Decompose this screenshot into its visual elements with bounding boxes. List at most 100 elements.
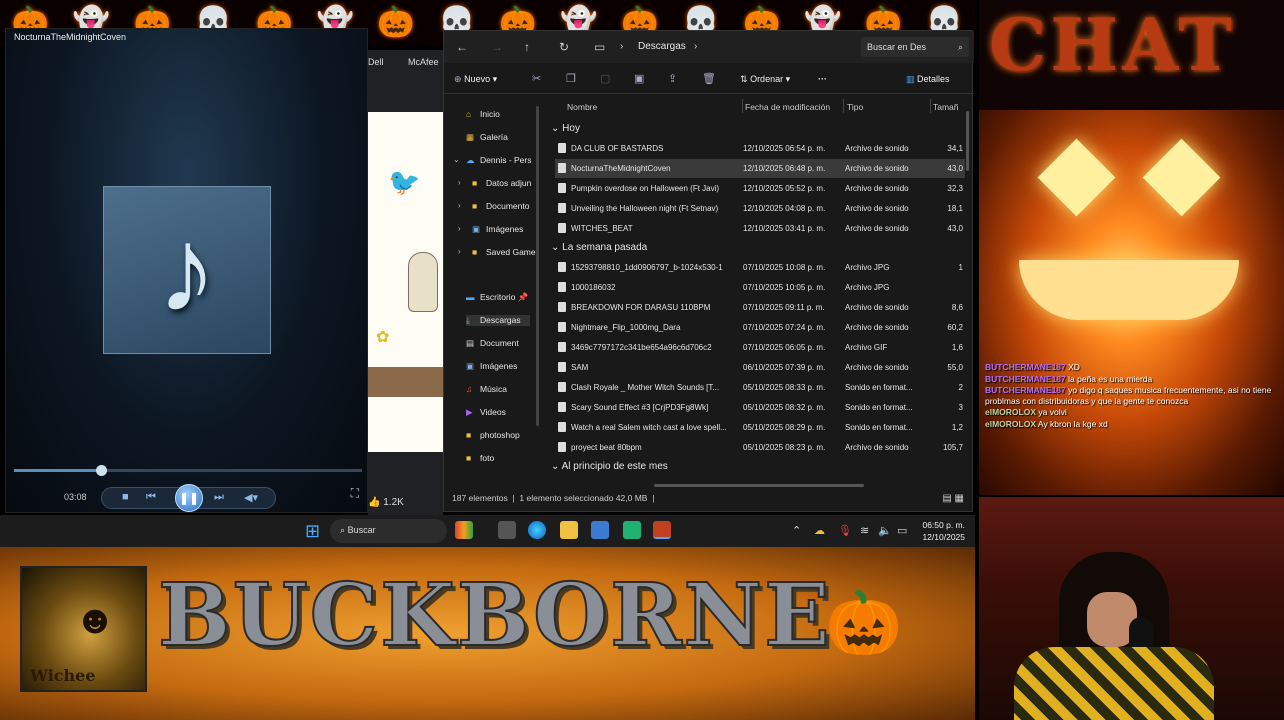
- file-row[interactable]: 15293798810_1dd0906797_b-1024x530-1 07/10…: [555, 258, 965, 277]
- store-icon[interactable]: [591, 521, 609, 539]
- more-options-button[interactable]: ···: [818, 74, 827, 84]
- seek-bar[interactable]: [14, 465, 362, 476]
- cloud-status-icon[interactable]: ☁: [814, 524, 825, 537]
- bookmark-mcafee[interactable]: McAfee: [408, 57, 439, 67]
- file-row[interactable]: WITCHES_BEAT 12/10/2025 03:41 p. m. Archiv…: [555, 219, 965, 238]
- chat-username[interactable]: elMOROLOX: [985, 407, 1036, 417]
- share-icon[interactable]: ⇪: [668, 72, 677, 85]
- group-header-mes[interactable]: ⌄ Al principio de este mes: [551, 461, 668, 472]
- taskbar-search[interactable]: ⌕ Buscar: [330, 519, 447, 543]
- view-toggle[interactable]: ▤ ▦: [942, 493, 964, 504]
- nav-item-photoshop[interactable]: ■ photoshop: [466, 430, 520, 440]
- chevron-right-icon[interactable]: ›: [458, 224, 461, 233]
- delete-icon[interactable]: 🗑: [702, 72, 716, 85]
- previous-icon[interactable]: ⏮: [146, 491, 156, 504]
- sort-button[interactable]: ⇅ Ordenar ▾: [740, 74, 790, 85]
- file-row[interactable]: SAM 06/10/2025 07:39 p. m. Archivo de soni…: [555, 358, 965, 377]
- forward-icon[interactable]: →: [491, 40, 503, 54]
- back-icon[interactable]: ←: [456, 40, 468, 54]
- up-icon[interactable]: ↑: [524, 40, 530, 54]
- chevron-right-icon[interactable]: ›: [458, 247, 461, 256]
- group-header-hoy[interactable]: ⌄ Hoy: [551, 123, 580, 134]
- details-view-icon[interactable]: ▤: [942, 493, 951, 504]
- file-row[interactable]: Clash Royale _ Mother Witch Sounds [T...…: [555, 378, 965, 397]
- chevron-down-icon[interactable]: ⌄: [453, 155, 460, 164]
- column-divider[interactable]: [742, 99, 743, 113]
- chevron-up-icon[interactable]: ⌃: [792, 524, 801, 537]
- system-clock[interactable]: 06:50 p. m. 12/10/2025: [915, 519, 965, 543]
- seek-thumb[interactable]: [96, 465, 107, 476]
- copy-icon[interactable]: ❐: [566, 72, 576, 85]
- bookmark-dell[interactable]: Dell: [368, 57, 384, 67]
- horizontal-scrollbar[interactable]: [654, 484, 864, 487]
- wifi-icon[interactable]: ≋: [860, 524, 869, 537]
- chat-username[interactable]: BUTCHERMANE187: [985, 362, 1066, 372]
- paste-icon[interactable]: ▢: [600, 72, 610, 85]
- nav-item-escritorio[interactable]: ▬ Escritorio 📌: [466, 292, 528, 303]
- like-count[interactable]: 👍 1.2K: [368, 497, 404, 508]
- nav-item-galeria[interactable]: ▦ Galería: [466, 132, 508, 143]
- windows-start-icon[interactable]: ⊞: [305, 521, 320, 542]
- edge-icon[interactable]: [528, 521, 546, 539]
- next-icon[interactable]: ⏭: [214, 491, 224, 504]
- file-row[interactable]: 3469c7797172c341be654a96c6d706c2 07/10/20…: [555, 338, 965, 357]
- refresh-icon[interactable]: ↻: [559, 40, 569, 54]
- xbox-icon[interactable]: [623, 521, 641, 539]
- chat-username[interactable]: elMOROLOX: [985, 419, 1036, 429]
- nav-item-videos[interactable]: ▶ Videos: [466, 407, 506, 418]
- file-explorer-icon[interactable]: [560, 521, 578, 539]
- column-date[interactable]: Fecha de modificación: [745, 102, 830, 112]
- column-type[interactable]: Tipo: [847, 102, 863, 112]
- nav-item-imagenes[interactable]: ▣ Imágenes: [466, 361, 517, 372]
- nav-item-foto[interactable]: ■ foto: [466, 453, 494, 463]
- file-row[interactable]: Nightmare_Flip_1000mg_Dara 07/10/2025 07:…: [555, 318, 965, 337]
- details-button[interactable]: ▥ Detalles: [906, 74, 950, 85]
- column-divider[interactable]: [843, 99, 844, 113]
- column-divider[interactable]: [930, 99, 931, 113]
- chevron-right-icon[interactable]: ›: [458, 178, 461, 187]
- cut-icon[interactable]: ✂: [532, 72, 541, 85]
- file-row[interactable]: Pumpkin overdose on Halloween (Ft Javi) 1…: [555, 179, 965, 198]
- nav-item-datos[interactable]: ■ Datos adjun: [472, 178, 531, 188]
- file-row[interactable]: NocturnaTheMidnightCoven 12/10/2025 06:48…: [555, 159, 965, 178]
- monitor-icon[interactable]: ▭: [594, 40, 605, 54]
- column-size[interactable]: Tamañ: [933, 102, 959, 112]
- chat-username[interactable]: BUTCHERMANE187: [985, 385, 1066, 395]
- file-row[interactable]: Watch a real Salem witch cast a love spe…: [555, 418, 965, 437]
- fullscreen-icon[interactable]: ⛶: [351, 486, 359, 501]
- rename-icon[interactable]: ▣: [634, 72, 644, 85]
- nav-item-imagenes-cloud[interactable]: ▣ Imágenes: [472, 224, 523, 235]
- column-name[interactable]: Nombre: [567, 102, 597, 112]
- nav-scrollbar[interactable]: [536, 106, 539, 426]
- nav-item-inicio[interactable]: ⌂ Inicio: [466, 109, 500, 119]
- volume-icon[interactable]: ◀▾: [244, 491, 258, 504]
- task-view-icon[interactable]: [498, 521, 516, 539]
- stop-icon[interactable]: ■: [122, 491, 129, 503]
- nav-item-documentos-pinned[interactable]: ▤ Document: [466, 338, 519, 349]
- tiles-view-icon[interactable]: ▦: [955, 493, 964, 504]
- search-input[interactable]: Buscar en Des ⌕: [861, 37, 969, 57]
- media-player-icon[interactable]: [653, 521, 671, 539]
- address-bar[interactable]: Descargas: [638, 41, 686, 52]
- microphone-icon[interactable]: 🎙: [838, 524, 852, 537]
- speaker-icon[interactable]: 🔈: [878, 524, 892, 537]
- file-row[interactable]: Unveiling the Halloween night (Ft Setnav…: [555, 199, 965, 218]
- group-header-semana[interactable]: ⌄ La semana pasada: [551, 242, 647, 253]
- new-button[interactable]: ⊕ Nuevo ▾: [454, 74, 497, 85]
- nav-item-onedrive[interactable]: ☁ Dennis - Pers: [466, 155, 532, 166]
- battery-icon[interactable]: ▭: [897, 524, 907, 537]
- nav-item-documentos[interactable]: ■ Documento: [472, 201, 529, 211]
- nav-item-musica[interactable]: ♫ Música: [466, 384, 507, 394]
- chat-username[interactable]: BUTCHERMANE187: [985, 374, 1066, 384]
- file-row[interactable]: Scary Sound Effect #3 [CrjPD3Fg8Wk] 05/10…: [555, 398, 965, 417]
- file-row[interactable]: DA CLUB OF BASTARDS 12/10/2025 06:54 p. m…: [555, 139, 965, 158]
- nav-item-descargas[interactable]: ⤓ Descargas: [466, 315, 530, 326]
- file-row[interactable]: proyect beat 80bpm 05/10/2025 08:23 p. m.…: [555, 438, 965, 457]
- file-row[interactable]: BREAKDOWN FOR DARASU 110BPM 07/10/2025 09…: [555, 298, 965, 317]
- nav-item-saved-games[interactable]: ■ Saved Game: [472, 247, 536, 257]
- pause-button[interactable]: ❚❚: [175, 484, 203, 512]
- file-row[interactable]: 1000186032 07/10/2025 10:05 p. m. Archivo …: [555, 278, 965, 297]
- file-list-scrollbar[interactable]: [966, 111, 969, 171]
- chevron-right-icon[interactable]: ›: [458, 201, 461, 210]
- widgets-icon[interactable]: [455, 521, 473, 539]
